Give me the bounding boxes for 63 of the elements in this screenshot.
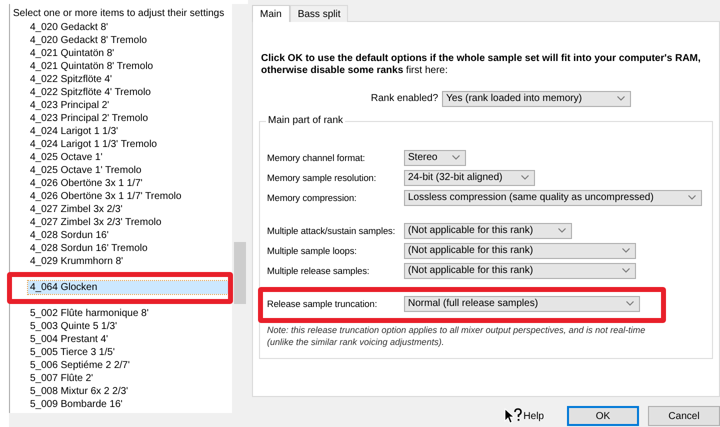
help-button[interactable]: Help [504, 408, 544, 424]
list-item[interactable]: 4_026 Obertöne 3x 1 1/7' Tremolo [10, 190, 230, 203]
note-text: Note: this release truncation option applies to all mixer output perspectives, and is not real-time (unlike the similar rank voicing adjustments). [267, 324, 646, 348]
list-item[interactable]: 4_025 Octave 1' Tremolo [10, 164, 230, 177]
list-item[interactable]: 4_021 Quintatön 8' Tremolo [10, 60, 230, 73]
chevron-down-icon [617, 96, 626, 102]
list-item[interactable]: 4_023 Principal 2' [10, 99, 230, 112]
list-item[interactable]: 4_029 Krummhorn 8' [10, 255, 230, 268]
field-label: Release sample truncation: [267, 298, 378, 309]
list-item[interactable]: 4_025 Octave 1' [10, 151, 230, 164]
list-item[interactable]: 4_064 Glocken [28, 281, 230, 294]
list-item[interactable]: 5_007 Flûte 2' [10, 372, 230, 385]
chevron-down-icon [521, 175, 529, 180]
dropdown[interactable]: (Not applicable for this rank) [404, 222, 572, 239]
field-label: Memory channel format: [267, 152, 366, 163]
dropdown[interactable]: Yes (rank loaded into memory) [442, 90, 632, 107]
chevron-down-icon [622, 268, 630, 274]
chevron-down-icon [622, 248, 630, 254]
list-item[interactable]: 4_020 Gedackt 8' [10, 21, 230, 34]
field-label: Multiple sample loops: [267, 246, 358, 256]
field-label: Rank enabled? [370, 93, 438, 104]
chevron-down-icon [626, 301, 634, 306]
list-item[interactable]: 5_004 Prestant 4' [10, 333, 230, 346]
list-item[interactable]: 5_008 Mixtur 6x 2 2/3' [10, 385, 230, 398]
list-item[interactable]: 5_006 Septiéme 2 2/7' [10, 359, 230, 372]
list-item[interactable]: 4_026 Obertöne 3x 1 1/7' [10, 177, 230, 190]
list-item[interactable]: 4_024 Larigot 1 1/3' Tremolo [10, 138, 230, 151]
list-item[interactable]: 4_028 Sordun 16' Tremolo [10, 242, 230, 255]
list-item[interactable]: 4_024 Larigot 1 1/3' [10, 125, 230, 138]
cancel-button[interactable]: Cancel [648, 406, 720, 426]
tab[interactable]: Bass split [290, 5, 348, 22]
list-item[interactable]: 4_028 Sordun 16' [10, 229, 230, 242]
list-item[interactable]: 4_027 Zimbel 3x 2/3' Tremolo [10, 216, 230, 229]
dropdown[interactable]: Stereo [404, 150, 466, 166]
chevron-down-icon [688, 195, 696, 200]
field-label: Multiple release samples: [267, 266, 370, 276]
instruction-text: Click OK to use the default options if the whole sample set will fit into your computer's RAM, otherwise disable some ranks first here: [260, 52, 702, 77]
list-item[interactable]: 5_005 Tierce 3 1/5' [10, 346, 230, 359]
list-item[interactable]: 4_021 Quintatön 8' [10, 47, 230, 60]
list-item[interactable]: 4_027 Zimbel 3x 2/3' [10, 203, 230, 216]
tab[interactable]: Main [252, 5, 290, 22]
dropdown[interactable]: Normal (full release samples) [404, 296, 640, 312]
group-title: Main part of rank [266, 114, 346, 127]
list-item[interactable]: 5_009 Bombarde 16' [10, 398, 230, 411]
list-item[interactable]: 4_022 Spitzflöte 4' [10, 73, 230, 86]
dropdown[interactable]: 24-bit (32-bit aligned) [404, 170, 535, 186]
list-item[interactable]: 4_022 Spitzflöte 4' Tremolo [10, 86, 230, 99]
list-item[interactable]: 5_003 Quinte 5 1/3' [10, 320, 230, 333]
chevron-down-icon [558, 228, 566, 234]
ok-button[interactable]: OK [567, 406, 639, 426]
dropdown[interactable]: (Not applicable for this rank) [404, 262, 636, 279]
field-label: Memory compression: [267, 192, 358, 203]
list-header: Select one or more items to adjust their settings [12, 7, 226, 21]
dropdown[interactable]: (Not applicable for this rank) [404, 242, 636, 259]
list-item[interactable]: 5_002 Flûte harmonique 8' [10, 307, 230, 320]
list-item[interactable]: 4_020 Gedackt 8' Tremolo [10, 34, 230, 47]
chevron-down-icon [452, 155, 460, 160]
pointer-question-icon [504, 408, 522, 424]
list-item[interactable]: 4_023 Principal 2' Tremolo [10, 112, 230, 125]
field-label: Memory sample resolution: [267, 172, 378, 183]
dropdown[interactable]: Lossless compression (same quality as uncompressed) [404, 190, 702, 206]
field-label: Multiple attack/sustain samples: [267, 226, 396, 236]
scrollbar[interactable] [9, 413, 248, 427]
